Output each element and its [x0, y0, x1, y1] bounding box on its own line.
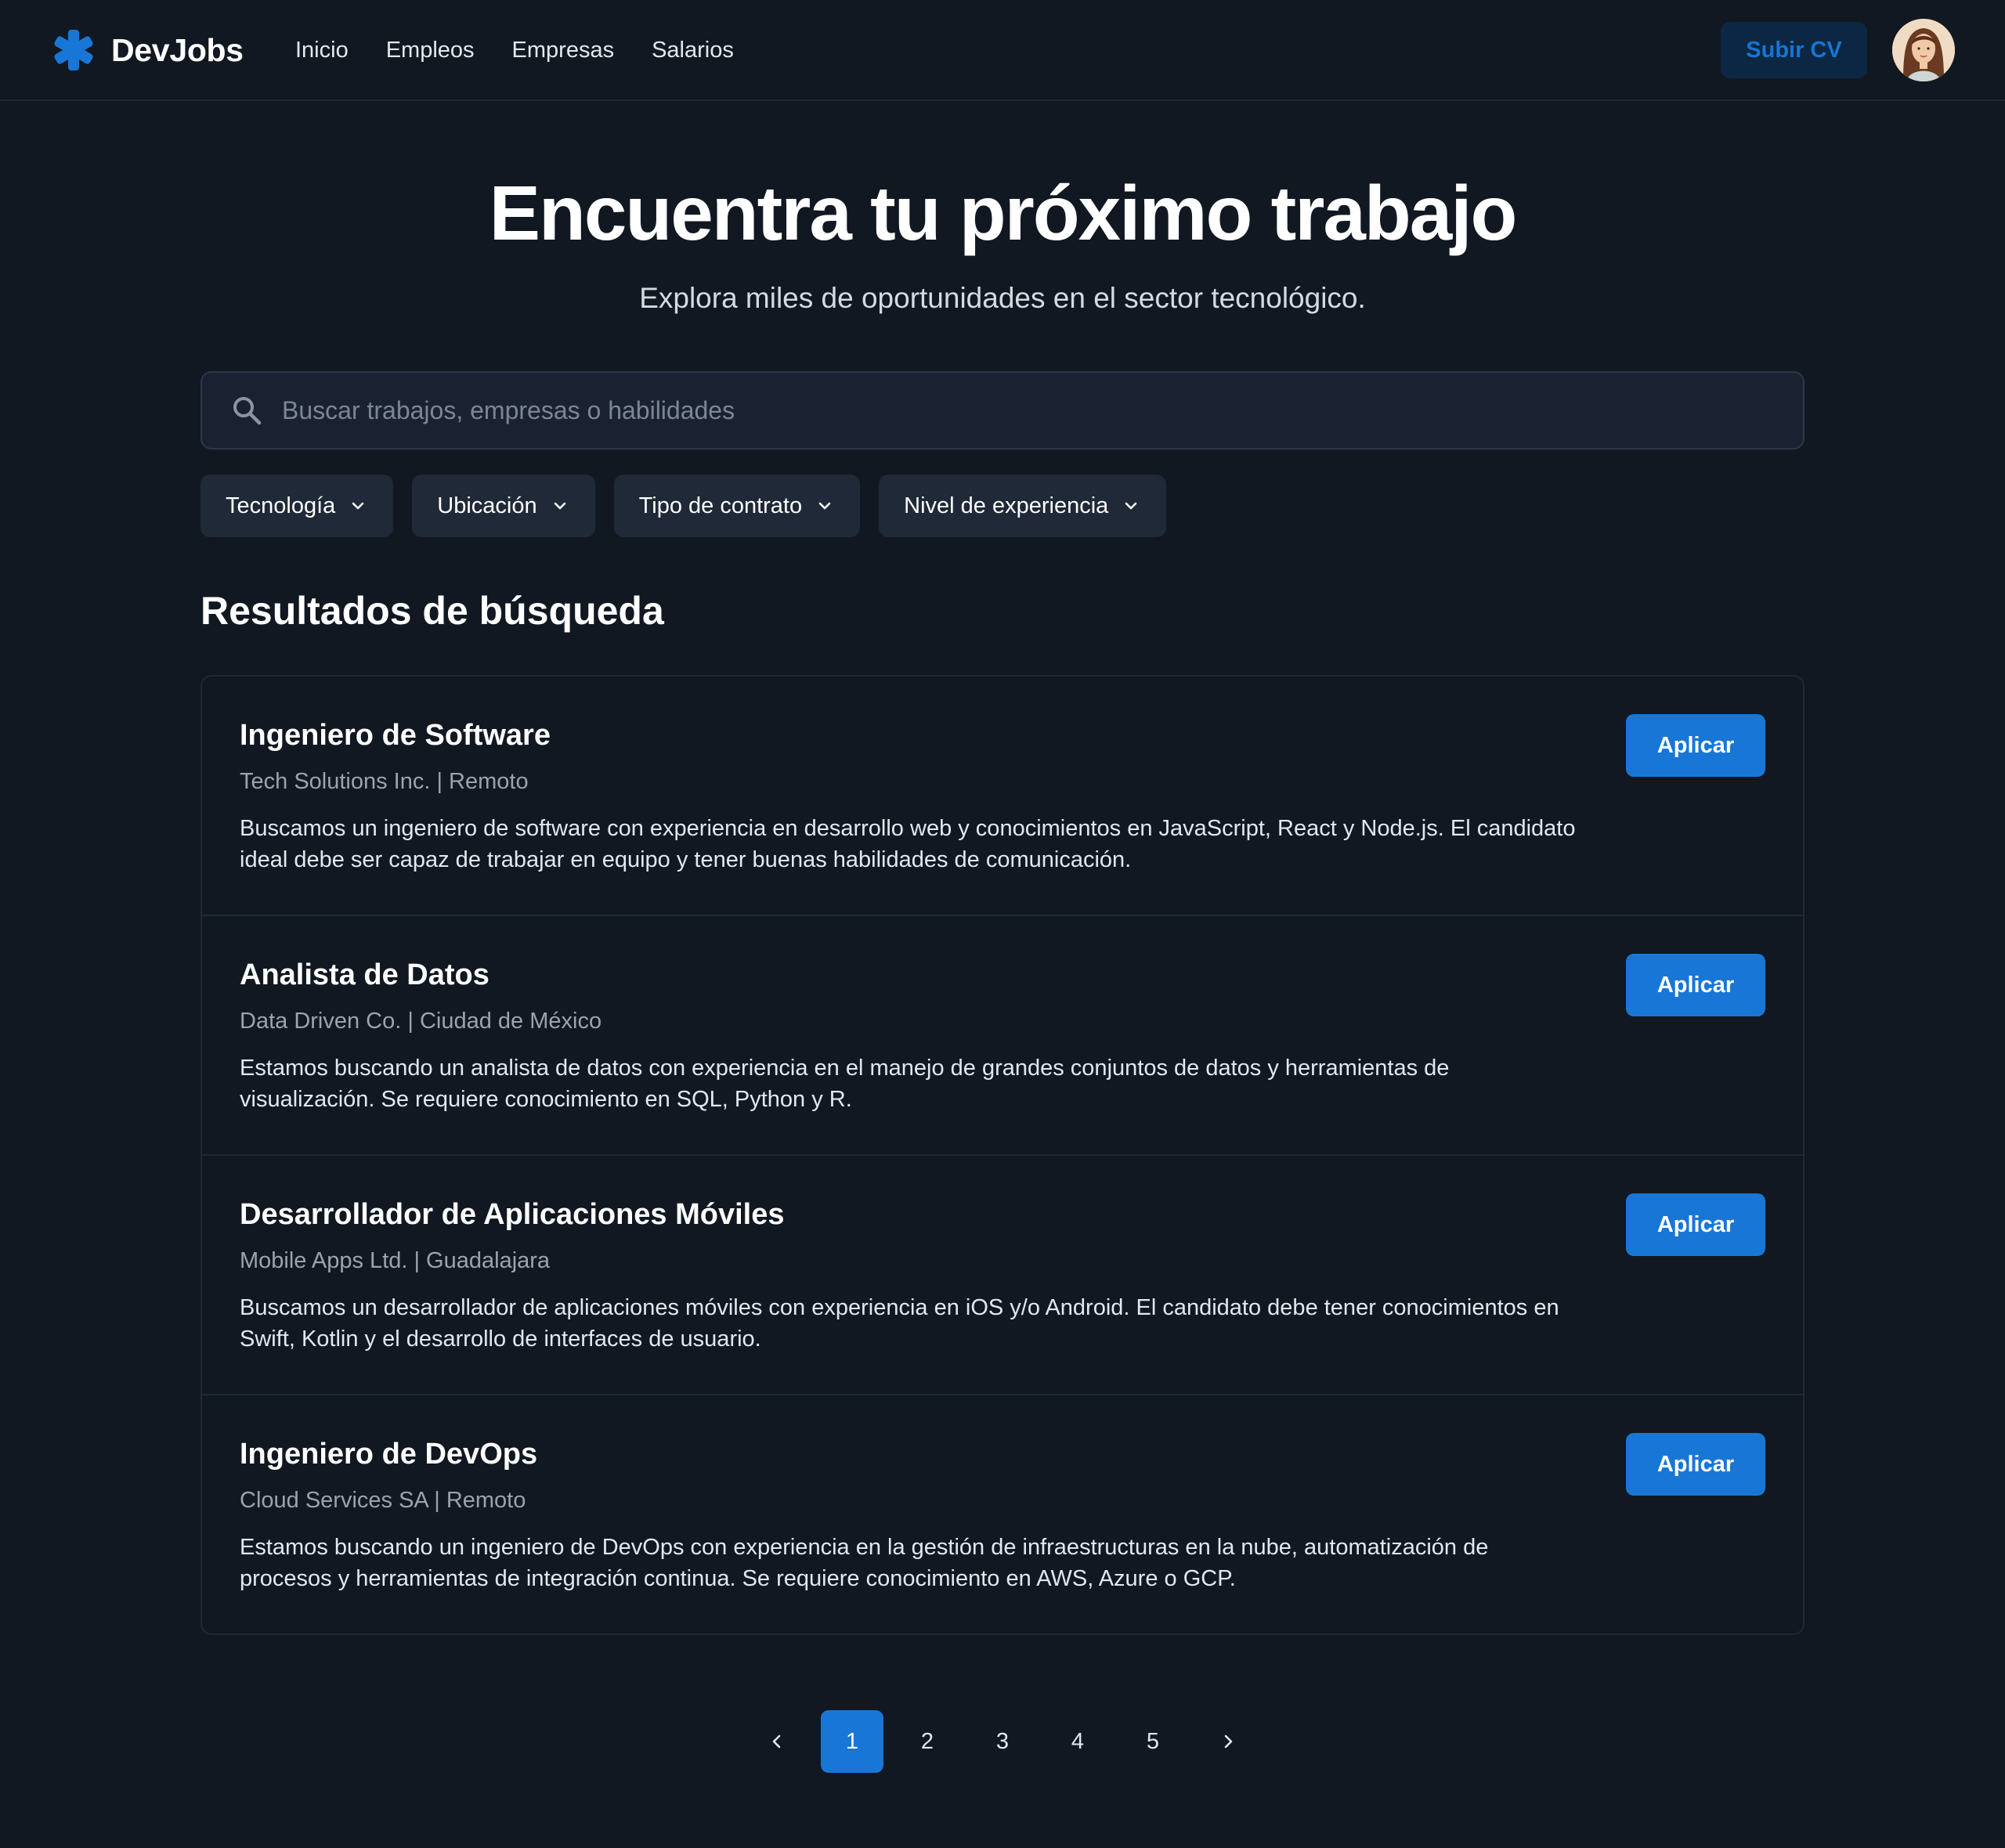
job-company-location: Mobile Apps Ltd. | Guadalajara — [240, 1248, 551, 1273]
chevron-down-icon — [1125, 502, 1137, 510]
page-2-button[interactable]: 2 — [896, 1710, 959, 1773]
page-3-button[interactable]: 3 — [971, 1710, 1034, 1773]
chevron-down-icon — [818, 502, 831, 510]
chevron-right-icon — [1224, 1734, 1233, 1749]
filter-tipo-contrato-dropdown[interactable]: Tipo de contrato — [613, 475, 861, 537]
page-5-button[interactable]: 5 — [1122, 1710, 1184, 1773]
apply-button[interactable]: Aplicar — [1626, 1433, 1765, 1496]
job-company-location: Data Driven Co. | Ciudad de México — [240, 1009, 602, 1034]
job-description: Buscamos un desarrollador de aplicacione… — [240, 1295, 1559, 1352]
page-1-button[interactable]: 1 — [821, 1710, 883, 1773]
chevron-left-icon — [772, 1734, 781, 1749]
job-card: Desarrollador de Aplicaciones Móviles Mo… — [202, 1156, 1803, 1395]
job-title[interactable]: Ingeniero de DevOps — [240, 1435, 537, 1474]
hero-subtitle: Explora miles de oportunidades en el sec… — [639, 282, 1366, 314]
job-title[interactable]: Ingeniero de Software — [240, 716, 551, 755]
job-description: Buscamos un ingeniero de software con ex… — [240, 816, 1576, 872]
nav-link-inicio[interactable]: Inicio — [295, 31, 349, 69]
search-bar[interactable] — [200, 371, 1804, 449]
results-heading: Resultados de búsqueda — [200, 589, 664, 633]
filter-nivel-experiencia-dropdown[interactable]: Nivel de experiencia — [879, 475, 1167, 537]
main-nav: Inicio Empleos Empresas Salarios — [295, 31, 771, 69]
apply-button[interactable]: Aplicar — [1626, 714, 1765, 777]
user-avatar-image — [1892, 19, 1955, 81]
nav-link-empresas[interactable]: Empresas — [512, 31, 615, 69]
filter-label: Tecnología — [226, 493, 336, 518]
job-title[interactable]: Analista de Datos — [240, 955, 490, 994]
job-card: Analista de Datos Data Driven Co. | Ciud… — [202, 916, 1803, 1156]
filter-label: Tipo de contrato — [638, 493, 803, 518]
asterisk-logo-icon — [54, 30, 93, 70]
filter-label: Ubicación — [437, 493, 537, 518]
job-card: Ingeniero de Software Tech Solutions Inc… — [202, 677, 1803, 916]
filter-label: Nivel de experiencia — [904, 493, 1109, 518]
pagination: 1 2 3 4 5 — [0, 1710, 2005, 1773]
page-4-button[interactable]: 4 — [1046, 1710, 1109, 1773]
filter-bar: Tecnología Ubicación Tipo de contrato Ni… — [200, 475, 1185, 537]
user-avatar[interactable] — [1892, 19, 1955, 81]
job-card: Ingeniero de DevOps Cloud Services SA | … — [202, 1395, 1803, 1633]
job-company-location: Tech Solutions Inc. | Remoto — [240, 769, 529, 794]
nav-link-empleos[interactable]: Empleos — [386, 31, 475, 69]
upload-cv-button[interactable]: Subir CV — [1721, 22, 1867, 78]
apply-button[interactable]: Aplicar — [1626, 1193, 1765, 1256]
job-description: Estamos buscando un ingeniero de DevOps … — [240, 1535, 1489, 1591]
filter-tecnologia-dropdown[interactable]: Tecnología — [200, 475, 394, 537]
filter-ubicacion-dropdown[interactable]: Ubicación — [412, 475, 595, 537]
next-page-button[interactable] — [1197, 1710, 1259, 1773]
brand-name: DevJobs — [111, 31, 244, 68]
nav-link-salarios[interactable]: Salarios — [652, 31, 734, 69]
chevron-down-icon — [554, 502, 565, 510]
job-results-list: Ingeniero de Software Tech Solutions Inc… — [200, 675, 1804, 1635]
apply-button[interactable]: Aplicar — [1626, 954, 1765, 1016]
prev-page-button[interactable] — [746, 1710, 808, 1773]
search-icon — [233, 397, 262, 425]
job-company-location: Cloud Services SA | Remoto — [240, 1488, 526, 1513]
search-input[interactable] — [282, 387, 1803, 434]
chevron-down-icon — [352, 502, 364, 510]
brand-logo[interactable]: DevJobs — [52, 28, 244, 72]
job-description: Estamos buscando un analista de datos co… — [240, 1056, 1450, 1112]
top-navbar: DevJobs Inicio Empleos Empresas Salarios… — [0, 0, 2005, 101]
hero-title: Encuentra tu próximo trabajo — [489, 170, 1518, 256]
job-title[interactable]: Desarrollador de Aplicaciones Móviles — [240, 1195, 785, 1234]
